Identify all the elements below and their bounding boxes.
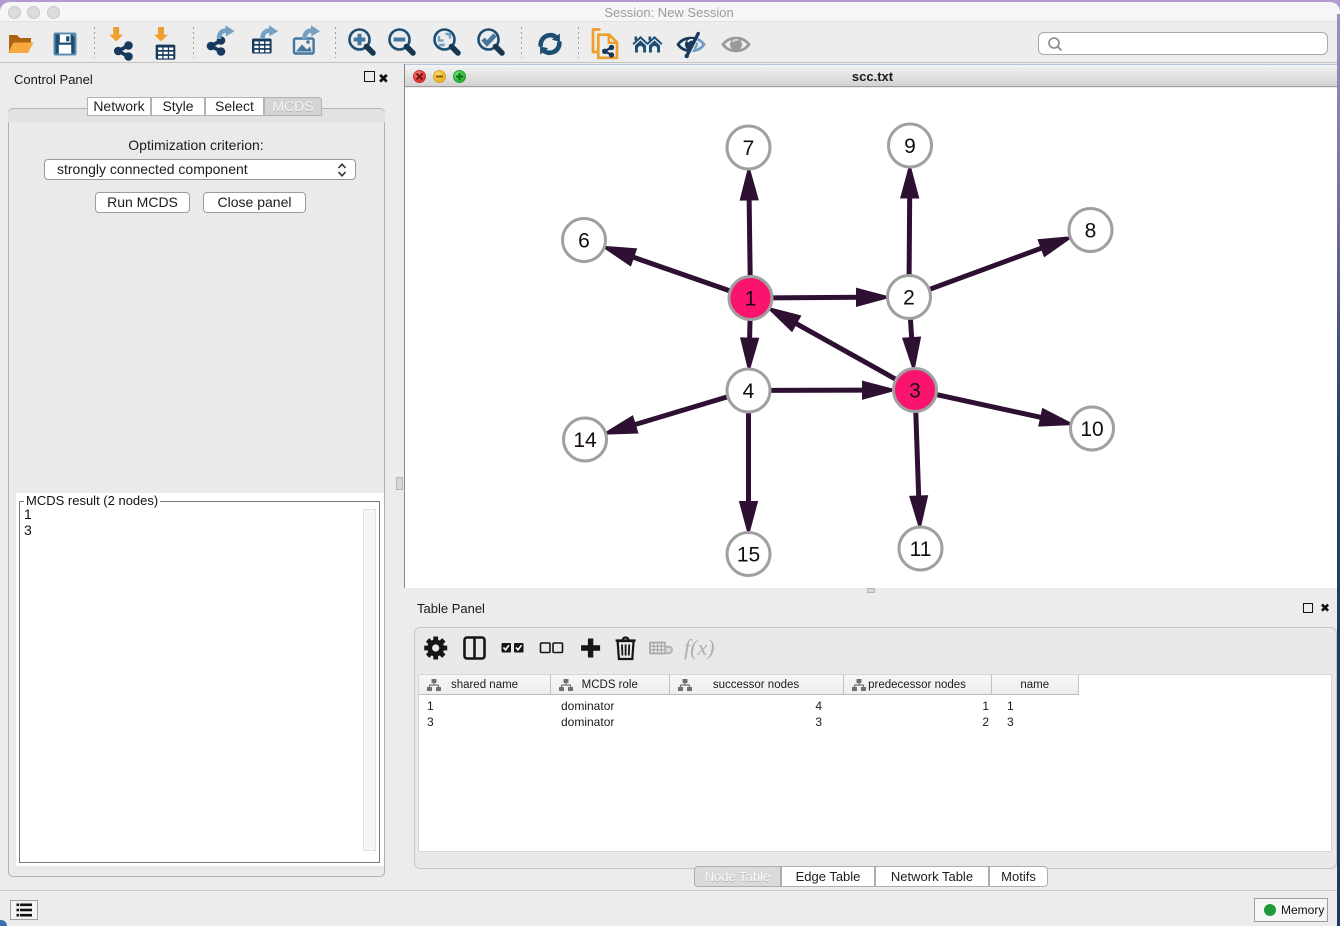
svg-text:9: 9: [904, 135, 916, 158]
svg-text:1: 1: [745, 288, 757, 311]
svg-text:15: 15: [737, 544, 760, 567]
svg-text:3: 3: [909, 380, 921, 403]
svg-text:8: 8: [1085, 220, 1097, 243]
svg-text:11: 11: [910, 538, 932, 561]
svg-text:6: 6: [578, 230, 590, 253]
svg-text:2: 2: [903, 287, 915, 310]
svg-text:14: 14: [573, 429, 597, 452]
svg-text:4: 4: [743, 380, 755, 403]
svg-text:10: 10: [1080, 418, 1103, 441]
svg-text:7: 7: [743, 137, 755, 160]
